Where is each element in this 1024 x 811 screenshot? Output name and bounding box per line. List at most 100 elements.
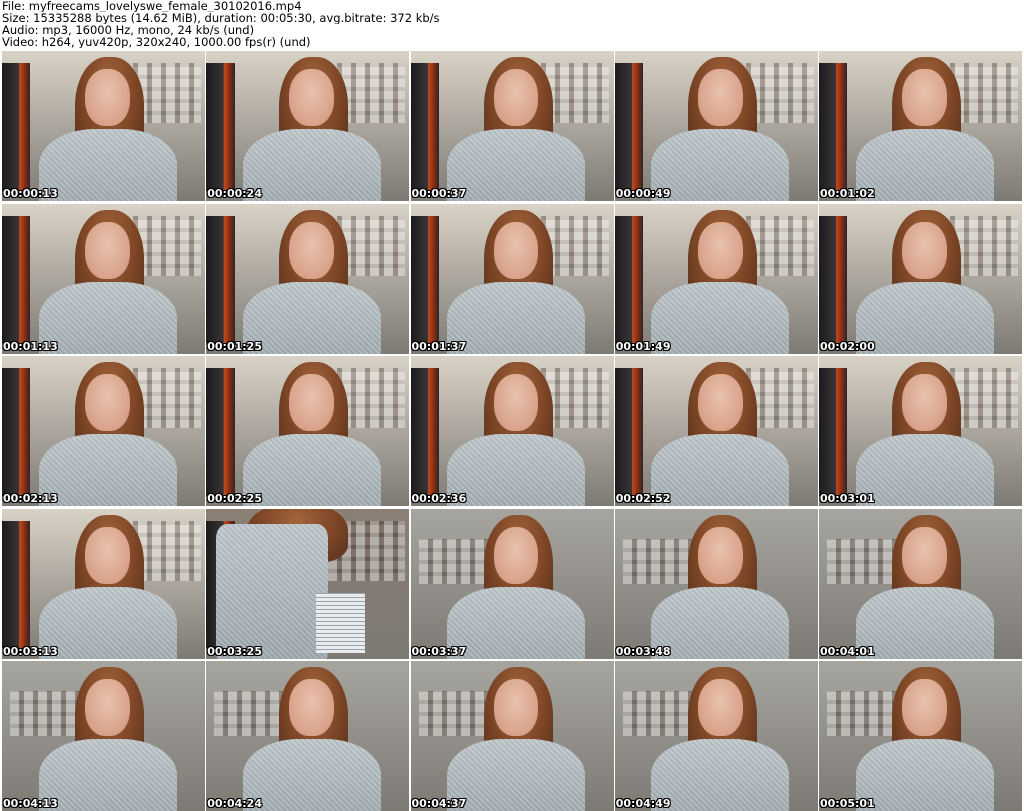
- video-frame-thumbnail: 00:05:01: [819, 661, 1022, 811]
- frame-torso-shape: [855, 281, 994, 354]
- frame-timestamp: 00:01:25: [207, 339, 262, 353]
- frame-timestamp: 00:04:24: [207, 797, 262, 810]
- video-frame-thumbnail: 00:00:37: [410, 51, 614, 201]
- frame-timestamp: 00:02:13: [3, 492, 58, 505]
- frame-timestamp: 00:05:01: [820, 797, 875, 810]
- frame-torso-shape: [38, 739, 177, 811]
- frame-jacket-shape: [819, 63, 848, 191]
- frame-jacket-shape: [614, 215, 644, 343]
- frame-torso-shape: [242, 739, 381, 811]
- frame-face-shape: [289, 679, 335, 736]
- frame-jacket-shape: [614, 63, 644, 191]
- video-frame-thumbnail: 00:01:02: [819, 51, 1022, 201]
- video-frame-thumbnail: 00:02:52: [614, 356, 818, 506]
- frame-jacket-shape: [206, 63, 235, 191]
- frame-timestamp: 00:01:13: [3, 339, 58, 353]
- frame-jacket-shape: [819, 215, 848, 343]
- frame-face-shape: [697, 69, 743, 126]
- frame-timestamp: 00:01:02: [820, 187, 875, 200]
- frame-timestamp: 00:03:13: [3, 644, 58, 658]
- video-frame-thumbnail: 00:02:00: [819, 203, 1022, 354]
- video-frame-thumbnail: 00:04:01: [819, 508, 1022, 659]
- frame-face-shape: [902, 221, 947, 279]
- frame-torso-shape: [447, 434, 586, 506]
- frame-face-shape: [85, 679, 130, 736]
- frame-timestamp: 00:01:37: [411, 339, 467, 353]
- frame-face-shape: [493, 679, 539, 736]
- frame-timestamp: 00:04:37: [411, 797, 467, 810]
- video-frame-thumbnail: 00:04:24: [206, 661, 410, 811]
- frame-timestamp: 00:00:13: [3, 187, 58, 200]
- frame-torso-shape: [651, 281, 790, 354]
- thumbnail-grid: 00:00:13 00:00:24 00:00:37 00:00:49 00:01:02…: [2, 51, 1022, 811]
- frame-timestamp: 00:00:24: [207, 187, 262, 200]
- video-frame-thumbnail: 00:03:37: [410, 508, 614, 659]
- video-frame-thumbnail: 00:02:13: [2, 356, 205, 506]
- video-frame-thumbnail: 00:03:25: [206, 508, 410, 659]
- video-frame-thumbnail: 00:02:36: [410, 356, 614, 506]
- frame-torso-shape: [242, 281, 381, 354]
- frame-timestamp: 00:04:13: [3, 797, 58, 810]
- frame-timestamp: 00:04:49: [615, 797, 671, 810]
- video-frame-thumbnail: 00:01:37: [410, 203, 614, 354]
- frame-jacket-shape: [2, 368, 31, 496]
- file-info-header: File: myfreecams_lovelyswe_female_301020…: [2, 0, 1022, 50]
- frame-timestamp: 00:03:37: [411, 644, 467, 658]
- frame-face-shape: [902, 374, 947, 431]
- file-size-line: Size: 15335288 bytes (14.62 MiB), durati…: [2, 12, 440, 24]
- frame-face-shape: [289, 69, 335, 126]
- frame-timestamp: 00:03:48: [615, 644, 671, 658]
- frame-jacket-shape: [819, 368, 848, 496]
- frame-face-shape: [493, 374, 539, 431]
- frame-torso-shape: [447, 281, 586, 354]
- video-frame-thumbnail: 00:01:13: [2, 203, 205, 354]
- video-frame-thumbnail: 00:03:01: [819, 356, 1022, 506]
- frame-timestamp: 00:03:25: [207, 644, 262, 658]
- video-frame-thumbnail: 00:00:13: [2, 51, 205, 201]
- frame-face-shape: [289, 221, 335, 279]
- video-frame-thumbnail: 00:01:49: [614, 203, 818, 354]
- frame-torso-shape: [38, 586, 177, 659]
- frame-torso-shape: [38, 129, 177, 201]
- frame-timestamp: 00:02:25: [207, 492, 262, 505]
- frame-torso-shape: [651, 586, 790, 659]
- frame-jacket-shape: [410, 63, 439, 191]
- video-frame-thumbnail: 00:02:25: [206, 356, 410, 506]
- video-info-line: Video: h264, yuv420p, 320x240, 1000.00 f…: [2, 36, 311, 48]
- video-frame-thumbnail: 00:00:24: [206, 51, 410, 201]
- frame-jacket-shape: [410, 215, 439, 343]
- video-frame-thumbnail: 00:03:13: [2, 508, 205, 659]
- frame-jacket-shape: [206, 368, 235, 496]
- frame-face-shape: [493, 69, 539, 126]
- video-frame-thumbnail: 00:04:13: [2, 661, 205, 811]
- frame-torso-shape: [242, 434, 381, 506]
- audio-info-line: Audio: mp3, 16000 Hz, mono, 24 kb/s (und…: [2, 24, 255, 36]
- frame-face-shape: [697, 526, 743, 584]
- frame-torso-shape: [651, 434, 790, 506]
- frame-jacket-shape: [2, 215, 31, 343]
- frame-torso-shape: [38, 434, 177, 506]
- frame-torso-shape: [855, 434, 994, 506]
- frame-face-shape: [902, 679, 947, 736]
- frame-torso-shape: [242, 129, 381, 201]
- frame-torso-shape: [216, 523, 329, 659]
- frame-torso-shape: [447, 129, 586, 201]
- frame-face-shape: [493, 526, 539, 584]
- frame-face-shape: [493, 221, 539, 279]
- frame-timestamp: 00:00:49: [615, 187, 671, 200]
- frame-timestamp: 00:04:01: [820, 644, 875, 658]
- frame-face-shape: [289, 374, 335, 431]
- frame-jacket-shape: [2, 63, 31, 191]
- frame-torso-shape: [651, 129, 790, 201]
- frame-timestamp: 00:00:37: [411, 187, 467, 200]
- frame-face-shape: [85, 526, 130, 584]
- frame-face-shape: [85, 221, 130, 279]
- frame-face-shape: [85, 374, 130, 431]
- video-frame-thumbnail: 00:00:49: [614, 51, 818, 201]
- frame-face-shape: [85, 69, 130, 126]
- frame-torso-shape: [38, 281, 177, 354]
- video-frame-thumbnail: 00:04:37: [410, 661, 614, 811]
- frame-torso-shape: [855, 739, 994, 811]
- frame-timestamp: 00:03:01: [820, 492, 875, 505]
- frame-torso-shape: [447, 586, 586, 659]
